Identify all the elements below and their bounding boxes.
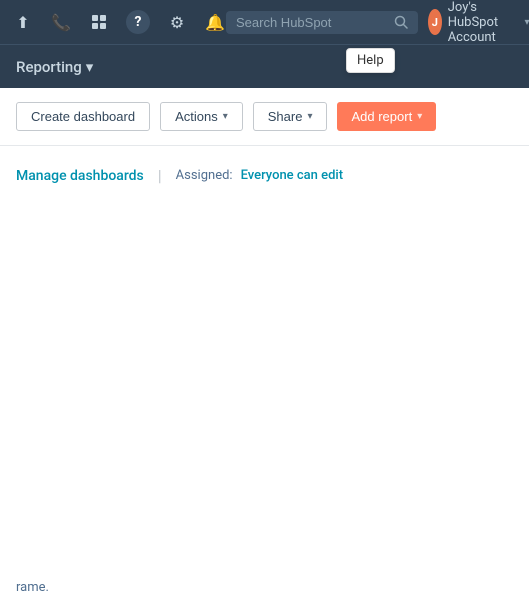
- footer-text: rame.: [16, 580, 49, 595]
- assigned-value: Everyone can edit: [241, 168, 344, 183]
- add-report-button[interactable]: Add report ▾: [337, 102, 436, 131]
- upload-icon[interactable]: ⬆: [12, 11, 34, 33]
- avatar: J: [428, 9, 442, 35]
- content-area: [0, 217, 529, 567]
- account-chevron-icon: ▾: [524, 17, 529, 28]
- footer: rame.: [0, 567, 529, 607]
- nav-right: J Joy's HubSpot Account ▾: [226, 0, 529, 45]
- settings-icon[interactable]: ⚙: [166, 11, 188, 33]
- share-button[interactable]: Share ▾: [253, 102, 328, 131]
- reporting-label: Reporting: [16, 58, 82, 76]
- search-icon: [394, 15, 408, 29]
- search-bar[interactable]: [226, 11, 418, 34]
- grid-icon[interactable]: [88, 11, 110, 33]
- separator: |: [158, 166, 162, 185]
- share-chevron-icon: ▾: [307, 111, 312, 122]
- top-navigation: ⬆ 📞 ? Help ⚙ 🔔 J Joy's HubSpot: [0, 0, 529, 44]
- manage-dashboards-link[interactable]: Manage dashboards: [16, 168, 144, 184]
- nav-icons-left: ⬆ 📞 ? Help ⚙ 🔔: [12, 10, 226, 34]
- phone-icon[interactable]: 📞: [50, 11, 72, 33]
- actions-label: Actions: [175, 109, 218, 124]
- assigned-label: Assigned:: [176, 168, 233, 183]
- actions-button[interactable]: Actions ▾: [160, 102, 243, 131]
- search-input[interactable]: [236, 15, 386, 30]
- notifications-icon[interactable]: 🔔: [204, 11, 226, 33]
- account-button[interactable]: J Joy's HubSpot Account ▾: [428, 0, 529, 45]
- create-dashboard-button[interactable]: Create dashboard: [16, 102, 150, 131]
- help-icon[interactable]: ?: [126, 10, 150, 34]
- reporting-chevron-icon: ▾: [86, 58, 94, 76]
- sub-navigation: Reporting ▾: [0, 44, 529, 88]
- account-label: Joy's HubSpot Account: [448, 0, 519, 45]
- actions-chevron-icon: ▾: [223, 111, 228, 122]
- manage-dashboards-row: Manage dashboards | Assigned: Everyone c…: [16, 166, 513, 185]
- share-label: Share: [268, 109, 303, 124]
- create-dashboard-label: Create dashboard: [31, 109, 135, 124]
- add-report-chevron-icon: ▾: [417, 111, 422, 122]
- main-content: Manage dashboards | Assigned: Everyone c…: [0, 146, 529, 217]
- reporting-nav-title[interactable]: Reporting ▾: [16, 58, 93, 76]
- add-report-label: Add report: [351, 109, 412, 124]
- help-tooltip: Help: [346, 48, 395, 73]
- toolbar: Create dashboard Actions ▾ Share ▾ Add r…: [0, 88, 529, 146]
